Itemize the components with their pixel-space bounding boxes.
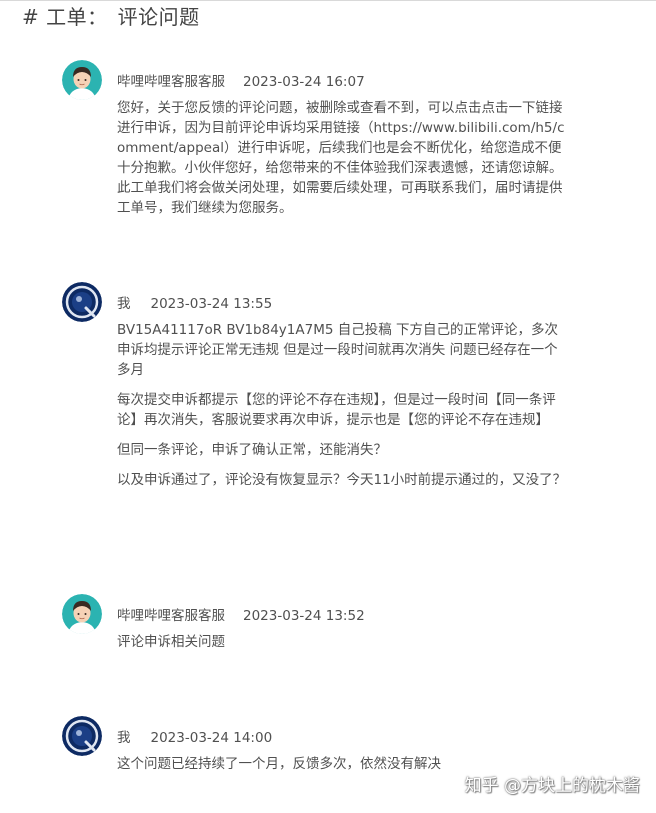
message-time: 2023-03-24 14:00 [150, 730, 273, 746]
page-title: # 工单： 评论问题 [22, 3, 200, 31]
service-avatar-icon[interactable] [62, 60, 102, 100]
message-paragraph: 但同一条评论，申诉了确认正常，还能消失？ [117, 442, 387, 458]
page-title-prefix: # 工单： [22, 5, 108, 29]
message-time: 2023-03-24 16:07 [243, 74, 365, 90]
top-divider [0, 0, 656, 1]
user-avatar-icon[interactable] [62, 282, 102, 322]
message-meta: 哔哩哔哩客服客服 2023-03-24 16:07 [117, 73, 365, 91]
message-paragraph: 每次提交申诉都提示【您的评论不存在违规】，但是过一段时间【同一条评论】再次消失，… [117, 392, 556, 428]
watermark: 知乎 @方块上的枕木酱 [464, 776, 640, 796]
message-time: 2023-03-24 13:52 [243, 608, 365, 624]
message-meta: 我 2023-03-24 13:55 [117, 295, 272, 313]
message-sender: 我 [117, 296, 131, 312]
message-body: BV15A41117oR BV1b84y1A7M5 自己投稿 下方自己的正常评论… [117, 320, 569, 500]
message-sender: 哔哩哔哩客服客服 [117, 74, 225, 90]
service-avatar-icon[interactable] [62, 594, 102, 634]
message-meta: 哔哩哔哩客服客服 2023-03-24 13:52 [117, 607, 365, 625]
message-paragraph: BV15A41117oR BV1b84y1A7M5 自己投稿 下方自己的正常评论… [117, 322, 559, 378]
message-meta: 我 2023-03-24 14:00 [117, 729, 272, 747]
message-body: 评论申诉相关问题 [117, 632, 569, 662]
message-paragraph: 评论申诉相关问题 [117, 634, 225, 650]
message-sender: 哔哩哔哩客服客服 [117, 608, 225, 624]
message-paragraph: 这个问题已经持续了一个月，反馈多次，依然没有解决 [117, 756, 441, 772]
message-paragraph: 以及申诉通过了，评论没有恢复显示？今天11小时前提示通过的，又没了？ [117, 472, 567, 488]
message-paragraph: 您好，关于您反馈的评论问题，被删除或查看不到，可以点击点击一下链接进行申诉，因为… [117, 100, 565, 216]
page-title-value: 评论问题 [117, 5, 200, 29]
message-sender: 我 [117, 730, 131, 746]
message-body: 您好，关于您反馈的评论问题，被删除或查看不到，可以点击点击一下链接进行申诉，因为… [117, 98, 569, 228]
message-time: 2023-03-24 13:55 [150, 296, 273, 312]
user-avatar-icon[interactable] [62, 716, 102, 756]
